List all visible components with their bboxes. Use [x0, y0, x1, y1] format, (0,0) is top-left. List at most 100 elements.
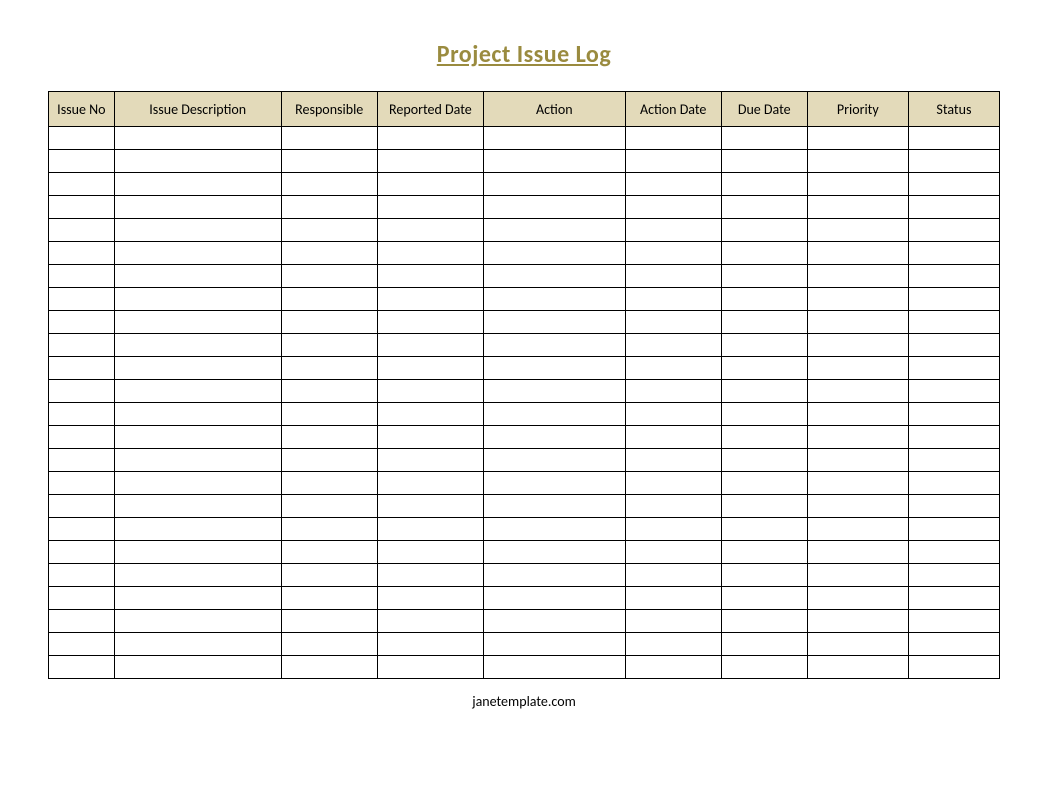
col-header-reported-date: Reported Date	[377, 92, 483, 127]
table-cell	[377, 288, 483, 311]
table-cell	[721, 633, 807, 656]
table-cell	[114, 242, 281, 265]
table-cell	[49, 196, 115, 219]
table-cell	[377, 495, 483, 518]
table-cell	[625, 633, 721, 656]
table-cell	[721, 656, 807, 679]
table-cell	[281, 219, 377, 242]
table-cell	[721, 196, 807, 219]
table-cell	[908, 288, 999, 311]
table-cell	[377, 173, 483, 196]
table-cell	[625, 173, 721, 196]
table-row	[49, 173, 1000, 196]
table-cell	[807, 334, 908, 357]
table-cell	[721, 426, 807, 449]
table-cell	[281, 472, 377, 495]
page-title: Project Issue Log	[48, 40, 1000, 69]
table-cell	[114, 150, 281, 173]
table-cell	[625, 403, 721, 426]
table-cell	[625, 242, 721, 265]
table-cell	[281, 288, 377, 311]
table-cell	[807, 610, 908, 633]
table-header-row: Issue No Issue Description Responsible R…	[49, 92, 1000, 127]
table-cell	[484, 426, 626, 449]
table-cell	[114, 127, 281, 150]
table-cell	[281, 656, 377, 679]
table-cell	[377, 518, 483, 541]
table-cell	[484, 656, 626, 679]
table-cell	[721, 541, 807, 564]
table-cell	[49, 449, 115, 472]
table-cell	[377, 587, 483, 610]
table-row	[49, 403, 1000, 426]
table-cell	[908, 472, 999, 495]
table-cell	[625, 518, 721, 541]
table-cell	[908, 564, 999, 587]
table-cell	[377, 357, 483, 380]
col-header-action: Action	[484, 92, 626, 127]
table-cell	[625, 472, 721, 495]
table-row	[49, 426, 1000, 449]
table-cell	[625, 610, 721, 633]
table-cell	[281, 265, 377, 288]
table-cell	[721, 610, 807, 633]
table-cell	[908, 242, 999, 265]
table-cell	[114, 311, 281, 334]
table-cell	[281, 495, 377, 518]
table-cell	[114, 656, 281, 679]
table-cell	[114, 380, 281, 403]
table-cell	[807, 219, 908, 242]
table-cell	[625, 150, 721, 173]
table-cell	[625, 334, 721, 357]
table-cell	[807, 426, 908, 449]
table-cell	[484, 495, 626, 518]
table-cell	[807, 265, 908, 288]
table-cell	[807, 518, 908, 541]
table-cell	[807, 449, 908, 472]
table-cell	[114, 196, 281, 219]
table-cell	[625, 311, 721, 334]
table-cell	[49, 357, 115, 380]
table-cell	[484, 633, 626, 656]
table-cell	[484, 150, 626, 173]
table-cell	[484, 380, 626, 403]
table-cell	[908, 334, 999, 357]
table-cell	[49, 265, 115, 288]
table-cell	[377, 564, 483, 587]
table-cell	[114, 288, 281, 311]
table-row	[49, 334, 1000, 357]
table-cell	[377, 219, 483, 242]
table-cell	[49, 173, 115, 196]
table-row	[49, 311, 1000, 334]
table-cell	[377, 380, 483, 403]
table-cell	[377, 403, 483, 426]
table-cell	[807, 242, 908, 265]
table-cell	[908, 265, 999, 288]
table-cell	[625, 449, 721, 472]
table-cell	[114, 633, 281, 656]
table-cell	[281, 541, 377, 564]
table-cell	[721, 472, 807, 495]
table-cell	[377, 472, 483, 495]
table-cell	[807, 564, 908, 587]
table-row	[49, 610, 1000, 633]
table-cell	[484, 334, 626, 357]
table-cell	[625, 219, 721, 242]
table-cell	[377, 127, 483, 150]
table-row	[49, 242, 1000, 265]
table-cell	[908, 449, 999, 472]
table-cell	[908, 610, 999, 633]
table-cell	[49, 495, 115, 518]
table-row	[49, 196, 1000, 219]
table-cell	[908, 196, 999, 219]
table-cell	[49, 564, 115, 587]
table-cell	[281, 196, 377, 219]
table-cell	[49, 150, 115, 173]
table-cell	[377, 196, 483, 219]
table-cell	[721, 449, 807, 472]
table-row	[49, 219, 1000, 242]
table-row	[49, 541, 1000, 564]
col-header-due-date: Due Date	[721, 92, 807, 127]
table-cell	[114, 334, 281, 357]
table-cell	[114, 265, 281, 288]
